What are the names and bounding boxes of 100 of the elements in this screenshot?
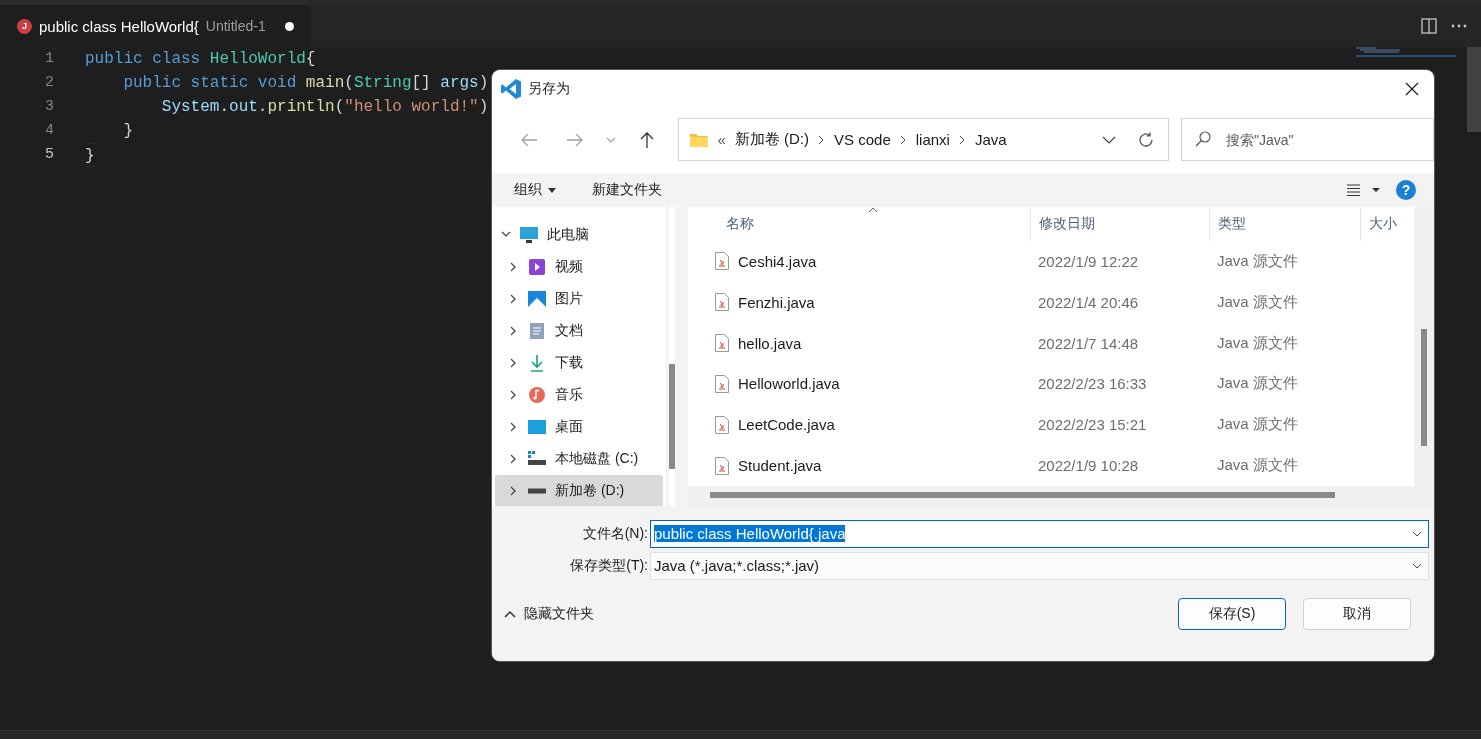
cancel-button[interactable]: 取消 [1303,598,1411,630]
vscode-logo-icon [500,78,522,100]
caret-down-icon [548,187,556,193]
tree-item[interactable]: 音乐 [495,379,663,411]
chevron-up-icon [504,610,516,618]
line-number: 1 [44,49,55,69]
modified-date: 2022/2/23 16:33 [1037,375,1148,393]
document-icon [527,322,547,340]
address-bar[interactable]: « 新加卷 (D:) VS code lianxi Java [677,118,1169,161]
scrollbar-thumb[interactable] [1421,329,1427,446]
line-number: 3 [44,97,55,117]
search-field[interactable]: 搜索"Java" [1181,118,1434,161]
refresh-icon[interactable] [1138,131,1154,148]
tree-item[interactable]: 桌面 [495,411,663,443]
java-file-icon [715,293,729,312]
line-number: 4 [44,121,55,141]
java-file-icon [715,415,729,434]
column-header[interactable]: 类型 [1209,207,1360,241]
code-line: public static void main(String[] args) [122,73,489,94]
drive-icon [527,488,547,494]
java-file-icon [715,456,729,475]
file-type: Java 源文件 [1216,292,1299,312]
java-icon: J [17,18,32,34]
file-name[interactable]: Student.java [688,456,1030,475]
file-name[interactable]: LeetCode.java [688,415,1030,434]
chevron-down-icon[interactable] [1412,530,1422,537]
desktop-icon [527,418,547,436]
java-file-icon [715,334,729,353]
modified-date: 2022/1/9 12:22 [1037,252,1140,270]
code-line: } [122,121,133,142]
chevron-right-icon[interactable] [899,134,907,145]
new-folder-button[interactable]: 新建文件夹 [592,177,662,203]
dialog-title: 另存为 [528,80,570,98]
line-number: 5 [44,145,55,165]
arrow-left-icon [519,132,538,147]
file-name[interactable]: Helloworld.java [688,374,1030,393]
close-icon [1405,82,1419,96]
tree-item[interactable]: 图片 [495,283,663,315]
chevron-right-icon[interactable] [818,134,825,145]
line-number: 2 [44,73,55,93]
chevron-right-icon[interactable] [958,134,966,145]
chevron-down-icon[interactable] [1102,135,1116,144]
tree-item[interactable]: 此电脑 [495,219,663,251]
scrollbar-thumb[interactable] [710,492,1335,499]
field-label: 文件名(N): [581,524,649,543]
column-header[interactable]: 名称 [688,207,1030,241]
code-line: } [85,143,95,167]
sort-ascending-icon[interactable] [868,207,878,213]
tree-item[interactable]: 新加卷 (D:) [495,475,663,507]
split-editor-icon[interactable] [1421,18,1437,34]
organize-button[interactable]: 组织 [514,177,556,203]
file-name[interactable]: Fenzhi.java [688,293,1030,312]
scrollbar-thumb[interactable] [669,364,675,469]
file-type: Java 源文件 [1216,415,1299,435]
java-file-icon [715,252,729,271]
tree-item[interactable]: 本地磁盘 (C:) [495,443,663,475]
chevron-down-icon[interactable] [1412,562,1422,569]
field-label: 保存类型(T): [569,556,649,575]
file-name[interactable]: hello.java [688,334,1030,353]
breadcrumb[interactable]: Java [974,131,1007,148]
java-file-icon [715,374,729,393]
code-line: System.out.println("hello world!") [160,97,489,118]
picture-icon [527,290,547,308]
breadcrumb[interactable]: VS code [834,131,891,148]
monitor-icon [519,226,539,244]
modified-date: 2022/1/7 14:48 [1037,334,1140,352]
file-type: Java 源文件 [1216,251,1299,271]
music-icon [527,386,547,404]
search-icon [1195,131,1211,147]
file-type: Java 源文件 [1216,374,1299,394]
editor-tab[interactable]: J public class HelloWorld{ Untitled-1 [0,5,310,47]
more-actions-icon[interactable] [1451,24,1467,28]
tree-item[interactable]: 下载 [495,347,663,379]
code-line: public class HelloWorld{ [85,49,316,70]
folder-icon [688,131,709,148]
hide-folders-button[interactable]: 隐藏文件夹 [504,605,594,623]
overflow-chevron[interactable]: « [717,131,726,148]
modified-date: 2022/1/9 10:28 [1037,457,1140,475]
column-header[interactable]: 大小 [1360,207,1412,241]
file-name-field[interactable]: public class HelloWorld{.java [650,519,1429,548]
file-type: Java 源文件 [1216,333,1299,353]
column-header[interactable]: 修改日期 [1030,207,1209,241]
tree-item[interactable]: 文档 [495,315,663,347]
modified-date: 2022/1/4 20:46 [1037,293,1140,311]
file-name[interactable]: Ceshi4.java [688,252,1030,271]
modified-date: 2022/2/23 15:21 [1037,416,1148,434]
scrollbar[interactable] [1467,47,1481,132]
breadcrumb[interactable]: 新加卷 (D:) [734,130,809,149]
view-options-icon[interactable] [1346,183,1382,197]
save-button[interactable]: 保存(S) [1178,598,1286,630]
breadcrumb[interactable]: lianxi [915,131,950,148]
tree-item[interactable]: 视频 [495,251,663,283]
file-type-dropdown[interactable]: Java (*.java;*.class;*.jav) [650,551,1429,580]
help-button[interactable]: ? [1396,180,1416,200]
file-type: Java 源文件 [1216,456,1299,476]
chevron-down-icon [605,136,616,143]
arrow-up-icon [638,130,655,149]
arrow-right-icon [565,132,584,147]
video-icon [527,258,547,276]
drive-icon [527,450,547,468]
